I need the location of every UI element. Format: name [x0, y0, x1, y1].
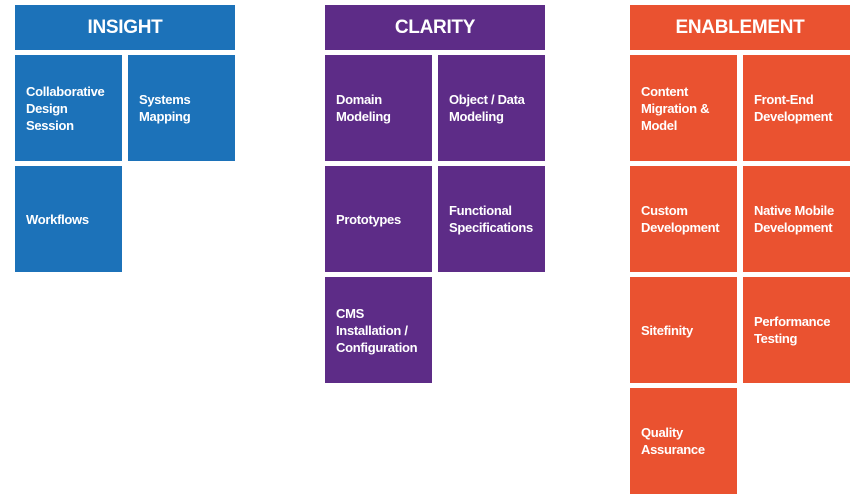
clarity-header: CLARITY — [325, 5, 545, 50]
insight-header: INSIGHT — [15, 5, 235, 50]
tile-custom-development[interactable]: Custom Development — [630, 166, 737, 272]
tile-domain-modeling[interactable]: Domain Modeling — [325, 55, 432, 161]
tile-object-data-modeling[interactable]: Object / Data Modeling — [438, 55, 545, 161]
tile-native-mobile-development[interactable]: Native Mobile Development — [743, 166, 850, 272]
tile-sitefinity[interactable]: Sitefinity — [630, 277, 737, 383]
tile-workflows[interactable]: Workflows — [15, 166, 122, 272]
clarity-column: CLARITY Domain Modeling Object / Data Mo… — [325, 5, 545, 383]
tile-collaborative-design-session[interactable]: Collaborative Design Session — [15, 55, 122, 161]
enablement-column: ENABLEMENT Content Migration & Model Fro… — [630, 5, 850, 494]
tile-quality-assurance[interactable]: Quality Assurance — [630, 388, 737, 494]
tile-systems-mapping[interactable]: Systems Mapping — [128, 55, 235, 161]
tile-front-end-development[interactable]: Front-End Development — [743, 55, 850, 161]
insight-column: INSIGHT Collaborative Design Session Sys… — [15, 5, 235, 272]
clarity-grid: Domain Modeling Object / Data Modeling P… — [325, 55, 545, 383]
tile-functional-specifications[interactable]: Functional Specifications — [438, 166, 545, 272]
insight-grid: Collaborative Design Session Systems Map… — [15, 55, 235, 272]
tile-content-migration-model[interactable]: Content Migration & Model — [630, 55, 737, 161]
tile-cms-installation-configuration[interactable]: CMS Installation / Configuration — [325, 277, 432, 383]
tile-performance-testing[interactable]: Performance Testing — [743, 277, 850, 383]
enablement-header: ENABLEMENT — [630, 5, 850, 50]
enablement-grid: Content Migration & Model Front-End Deve… — [630, 55, 850, 494]
tile-prototypes[interactable]: Prototypes — [325, 166, 432, 272]
